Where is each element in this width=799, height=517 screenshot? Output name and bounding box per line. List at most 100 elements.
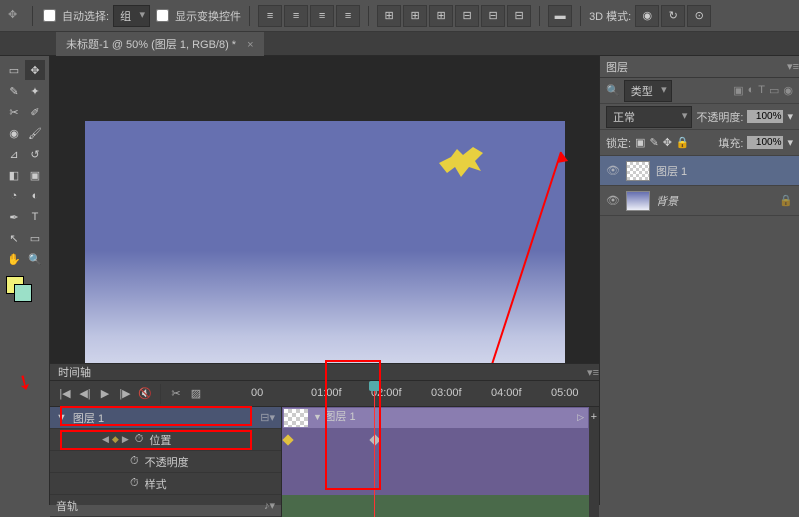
dist-btn[interactable]: ⊟ <box>455 5 479 27</box>
color-swatches[interactable] <box>4 276 45 306</box>
opacity-prop-row[interactable]: ⏱ 不透明度 <box>50 451 281 473</box>
timeline-layer-list: ▼ 图层 1 ⊟▾ ◀◆▶ ⏱ 位置 ⏱ 不透明度 ⏱ 样式 音轨 ♪▾ <box>50 407 282 517</box>
auto-select-checkbox[interactable] <box>43 9 56 22</box>
timeline-tab[interactable]: 时间轴 <box>58 364 91 380</box>
type-tool[interactable]: T <box>25 207 45 227</box>
blur-tool[interactable]: ◔ <box>4 186 24 206</box>
3d-btn[interactable]: ◉ <box>635 5 659 27</box>
filter-type-dropdown[interactable]: 类型 <box>624 80 672 102</box>
prev-kf-icon[interactable]: ◀ <box>102 434 109 445</box>
dist-btn[interactable]: ⊞ <box>429 5 453 27</box>
align-btn[interactable]: ≡ <box>310 5 334 27</box>
zoom-tool[interactable]: 🔍 <box>25 249 45 269</box>
lock-icon[interactable]: 🔒 <box>676 136 690 149</box>
marquee-tool[interactable]: ▭ <box>4 60 24 80</box>
filter-icon[interactable]: ▣ <box>733 84 743 97</box>
opacity-track[interactable] <box>282 451 589 473</box>
timeline-tracks[interactable]: ▼ 图层 1 ▷ + <box>282 407 599 517</box>
dist-btn[interactable]: ⊟ <box>507 5 531 27</box>
panel-menu-icon[interactable]: ▾≡ <box>587 366 599 379</box>
link-icon[interactable]: ⊟▾ <box>260 411 275 424</box>
move-tool[interactable]: ✥ <box>25 60 45 80</box>
add-track-button[interactable]: + <box>589 409 599 425</box>
stopwatch-icon[interactable]: ⏱ <box>130 455 139 468</box>
shape-tool[interactable]: ▭ <box>25 228 45 248</box>
time-ruler[interactable]: 00 01:00f 02:00f 03:00f 04:00f 05:00 <box>251 381 599 407</box>
layer-name[interactable]: 图层 1 <box>656 163 687 179</box>
expand-icon[interactable]: ▼ <box>56 412 67 424</box>
lock-icon[interactable]: ✥ <box>663 136 672 149</box>
dist-btn[interactable]: ⊞ <box>377 5 401 27</box>
blend-mode-dropdown[interactable]: 正常 <box>606 106 692 128</box>
auto-select-dropdown[interactable]: 组 <box>113 5 150 27</box>
filter-icon[interactable]: ◉ <box>783 84 793 97</box>
layer-name[interactable]: 背景 <box>656 193 678 209</box>
align-btn[interactable]: ≡ <box>336 5 360 27</box>
3d-btn[interactable]: ⊙ <box>687 5 711 27</box>
style-track[interactable] <box>282 473 589 495</box>
timeline-layer-row[interactable]: ▼ 图层 1 ⊟▾ <box>50 407 281 429</box>
playhead[interactable] <box>374 381 375 517</box>
lock-icon[interactable]: ✎ <box>649 136 658 149</box>
kf-toggle-icon[interactable]: ◆ <box>112 434 119 445</box>
eyedropper-tool[interactable]: ✐ <box>25 102 45 122</box>
position-track[interactable] <box>282 429 589 451</box>
stopwatch-icon[interactable]: ⏱ <box>130 477 139 490</box>
move-tool-icon: ✥ <box>8 8 24 24</box>
visibility-icon[interactable]: 👁 <box>606 164 620 177</box>
opacity-value[interactable]: 100% <box>747 110 783 123</box>
filter-icon[interactable]: ▭ <box>769 84 779 97</box>
next-frame-button[interactable]: |▶ <box>116 385 134 403</box>
next-kf-icon[interactable]: ▶ <box>122 434 129 445</box>
stamp-tool[interactable]: ⊿ <box>4 144 24 164</box>
layers-tab[interactable]: 图层 <box>606 59 628 75</box>
fill-value[interactable]: 100% <box>747 136 783 149</box>
dist-btn[interactable]: ⊞ <box>403 5 427 27</box>
audio-track[interactable] <box>282 495 589 517</box>
annotation-arrow-icon: ▲ <box>551 145 572 169</box>
lasso-tool[interactable]: ✎ <box>4 81 24 101</box>
show-transform-checkbox[interactable] <box>156 9 169 22</box>
mute-button[interactable]: 🔇 <box>136 385 154 403</box>
align-btn[interactable]: ≡ <box>284 5 308 27</box>
bg-color[interactable] <box>14 284 32 302</box>
stopwatch-icon[interactable]: ⏱ <box>135 433 144 446</box>
bird-shape <box>437 145 485 181</box>
crop-tool[interactable]: ✂ <box>4 102 24 122</box>
play-button[interactable]: ▶ <box>96 385 114 403</box>
dodge-tool[interactable]: ◐ <box>25 186 45 206</box>
pen-tool[interactable]: ✒ <box>4 207 24 227</box>
layer-btn[interactable]: ▬ <box>548 5 572 27</box>
first-frame-button[interactable]: |◀ <box>56 385 74 403</box>
lock-icon[interactable]: ▣ <box>635 136 645 149</box>
audio-track-row[interactable]: 音轨 ♪▾ <box>50 495 281 517</box>
clip-end-icon[interactable]: ▷ <box>577 412 584 423</box>
position-prop-row[interactable]: ◀◆▶ ⏱ 位置 <box>50 429 281 451</box>
bucket-tool[interactable]: ▣ <box>25 165 45 185</box>
transition-button[interactable]: ▨ <box>187 385 205 403</box>
wand-tool[interactable]: ✦ <box>25 81 45 101</box>
path-tool[interactable]: ↖ <box>4 228 24 248</box>
heal-tool[interactable]: ◉ <box>4 123 24 143</box>
layer-row[interactable]: 👁 图层 1 <box>600 156 799 186</box>
align-btn[interactable]: ≡ <box>258 5 282 27</box>
eraser-tool[interactable]: ◧ <box>4 165 24 185</box>
audio-icon[interactable]: ♪▾ <box>264 499 275 512</box>
brush-tool[interactable]: 🖌 <box>25 123 45 143</box>
video-clip[interactable]: ▼ 图层 1 ▷ <box>282 407 589 429</box>
style-prop-row[interactable]: ⏱ 样式 <box>50 473 281 495</box>
filter-icon[interactable]: T <box>758 84 765 97</box>
history-brush-tool[interactable]: ↺ <box>25 144 45 164</box>
3d-btn[interactable]: ↻ <box>661 5 685 27</box>
lock-label: 锁定: <box>606 135 631 151</box>
split-button[interactable]: ✂ <box>167 385 185 403</box>
document-tab[interactable]: 未标题-1 @ 50% (图层 1, RGB/8) * × <box>56 32 264 56</box>
dist-btn[interactable]: ⊟ <box>481 5 505 27</box>
prev-frame-button[interactable]: ◀| <box>76 385 94 403</box>
close-icon[interactable]: × <box>247 39 253 51</box>
hand-tool[interactable]: ✋ <box>4 249 24 269</box>
panel-menu-icon[interactable]: ▾≡ <box>787 60 799 73</box>
filter-icon[interactable]: ◐ <box>748 84 755 97</box>
visibility-icon[interactable]: 👁 <box>606 194 620 207</box>
layer-row[interactable]: 👁 背景 🔒 <box>600 186 799 216</box>
